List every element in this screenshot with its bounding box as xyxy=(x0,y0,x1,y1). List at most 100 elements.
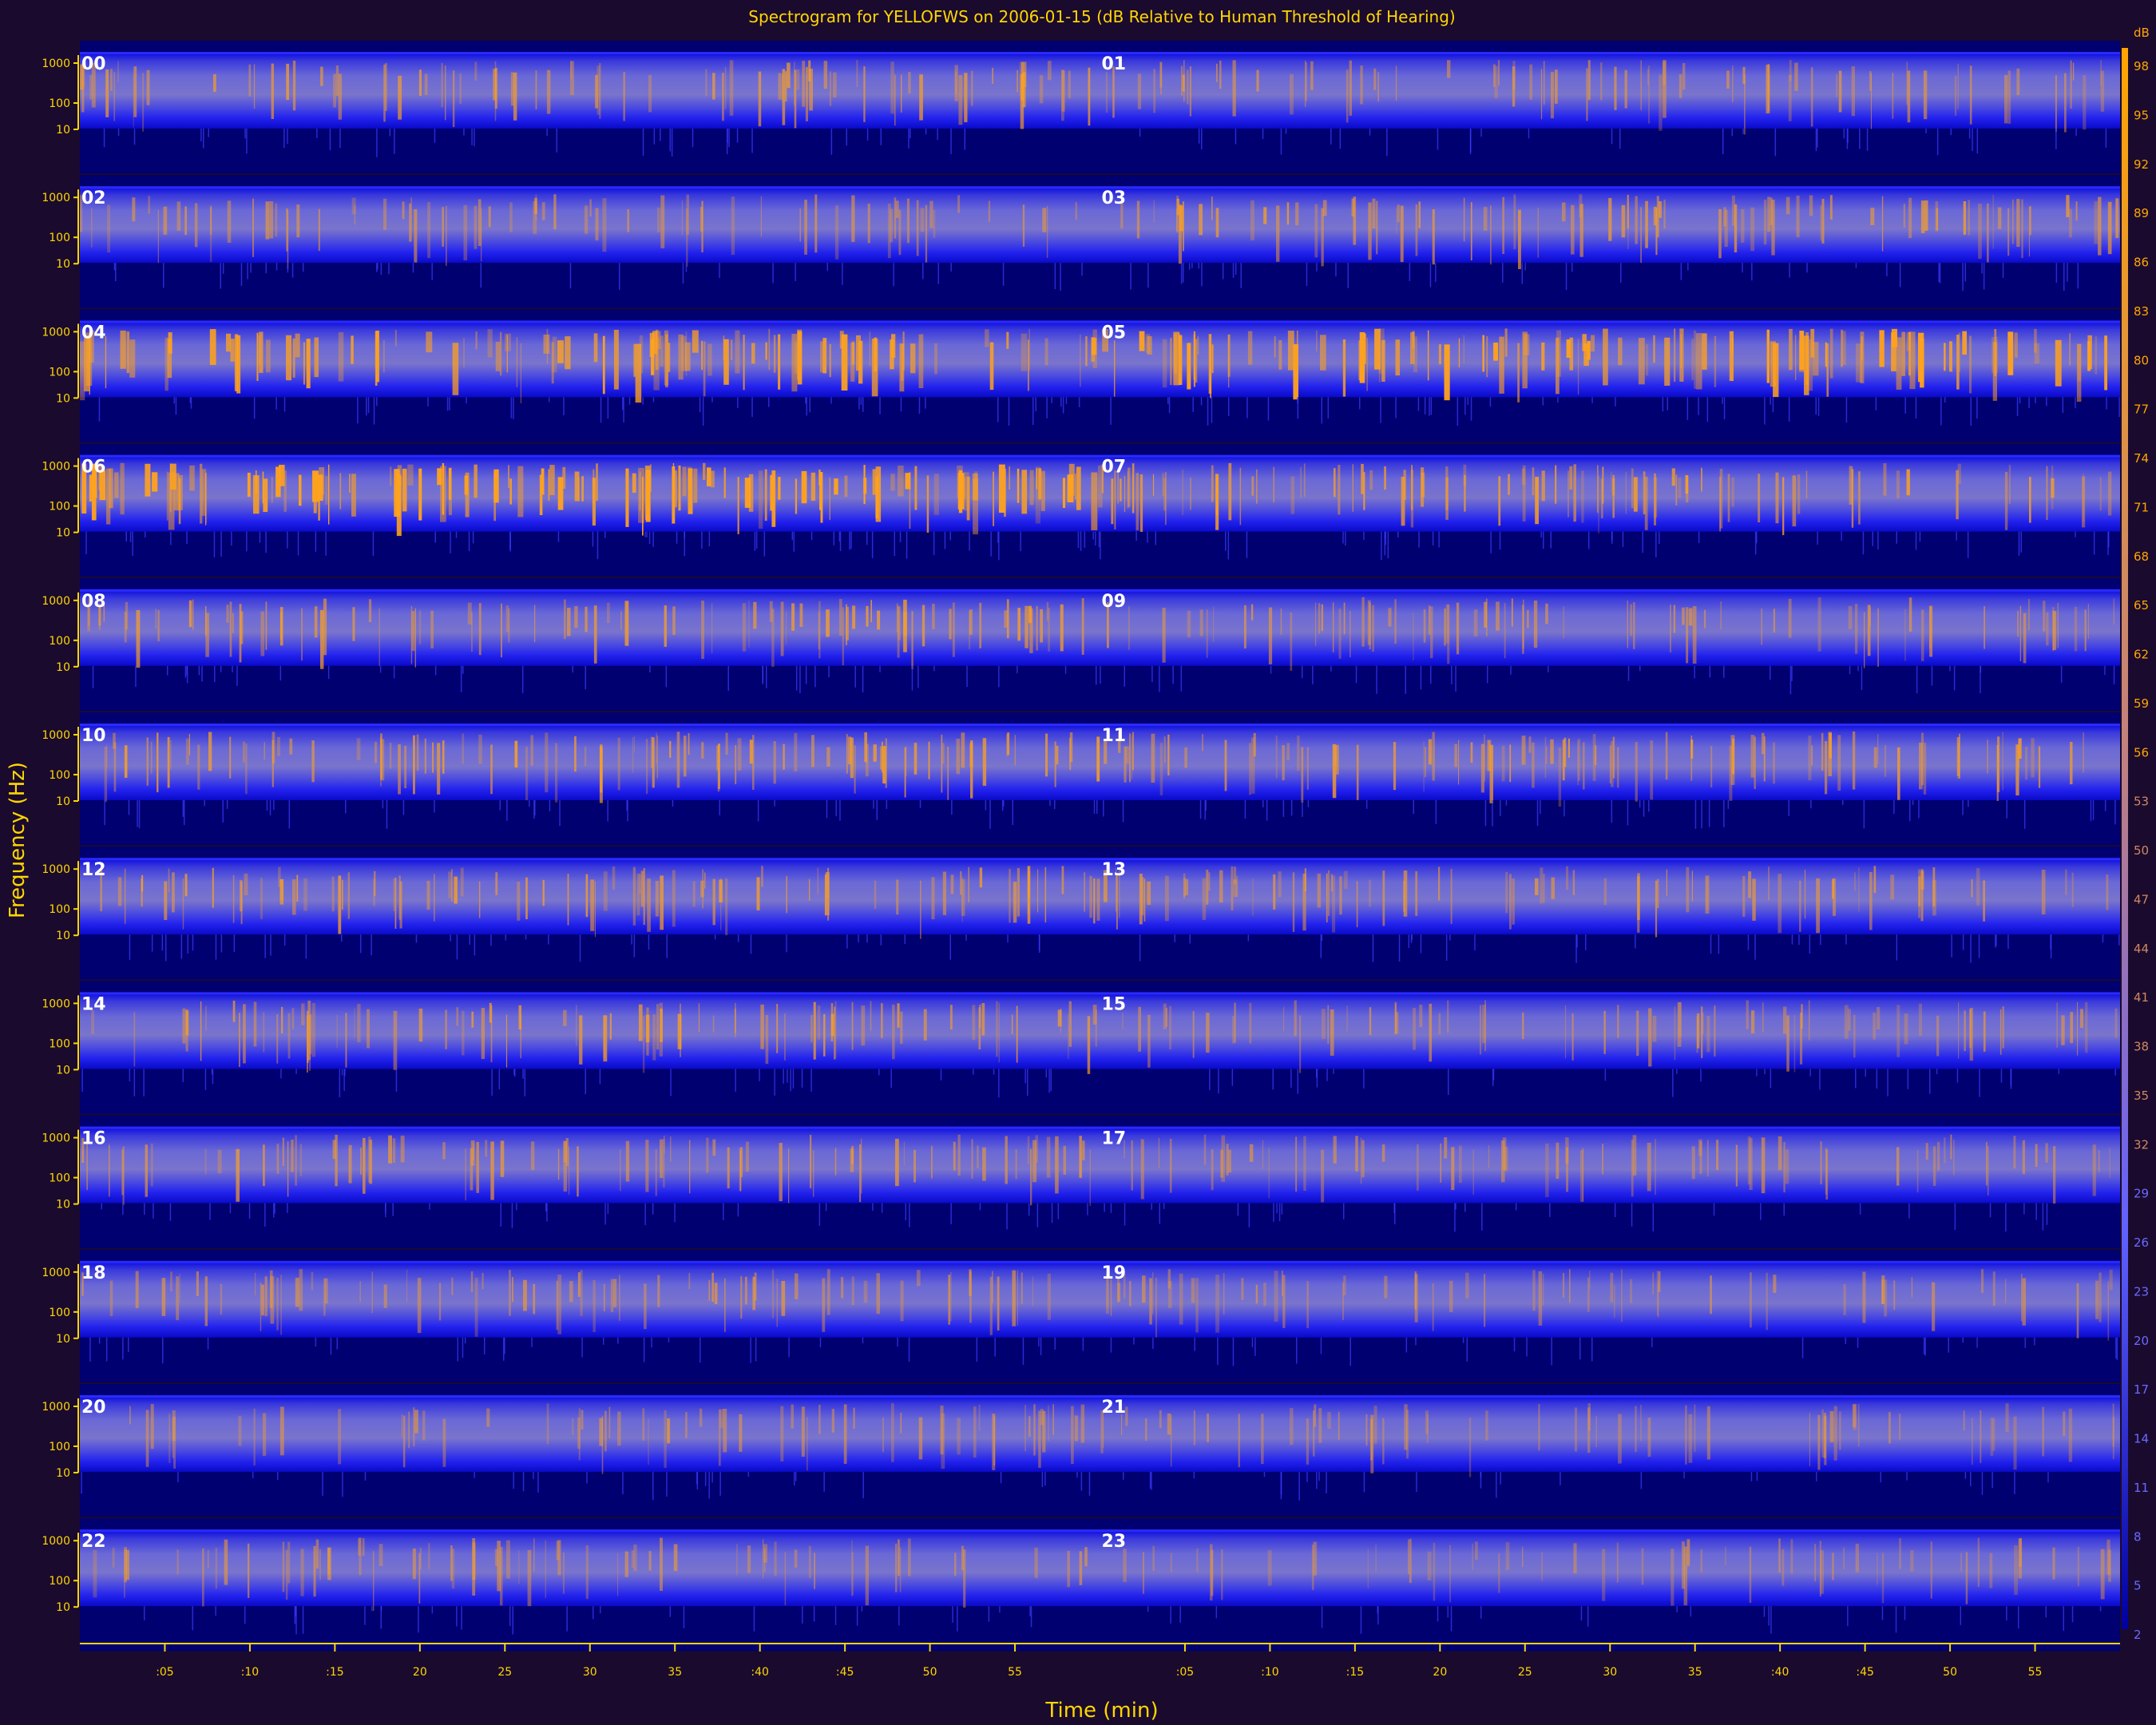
activity-streak xyxy=(768,328,771,371)
activity-streak xyxy=(923,1009,927,1041)
blue-spike xyxy=(728,129,730,148)
activity-streak xyxy=(255,1272,256,1296)
freq-tick-label: 100 xyxy=(49,1575,70,1588)
blue-spike xyxy=(880,129,882,145)
activity-streak xyxy=(313,1545,316,1597)
activity-streak xyxy=(663,1139,665,1188)
activity-streak xyxy=(638,1004,643,1041)
colorbar-tick-label: 14 xyxy=(2134,1432,2149,1446)
activity-streak xyxy=(1183,873,1186,899)
blue-spike xyxy=(866,934,868,943)
blue-spike xyxy=(878,1069,880,1076)
activity-streak xyxy=(1550,72,1554,119)
activity-streak xyxy=(1659,74,1663,131)
blue-spike xyxy=(137,800,138,827)
hour-label: 05 xyxy=(1102,323,1127,343)
blue-spike xyxy=(994,1337,996,1357)
blue-spike xyxy=(1872,531,1873,546)
activity-streak xyxy=(1096,736,1100,782)
activity-streak xyxy=(1303,463,1306,497)
blue-spike xyxy=(1754,531,1757,555)
activity-streak xyxy=(418,468,422,521)
blue-spike xyxy=(1359,397,1361,410)
blue-spike xyxy=(1147,1606,1149,1612)
blue-spike xyxy=(283,934,286,946)
blue-spike xyxy=(566,1606,568,1632)
blue-spike xyxy=(556,129,557,153)
blue-spike xyxy=(474,129,475,147)
activity-streak xyxy=(1093,878,1096,924)
activity-streak xyxy=(1262,1140,1264,1169)
activity-streak xyxy=(1513,194,1516,250)
activity-streak xyxy=(670,1136,672,1162)
frequency-band xyxy=(80,1397,2120,1472)
activity-streak xyxy=(1731,477,1734,507)
activity-streak xyxy=(271,63,274,119)
blue-spike xyxy=(1244,800,1246,819)
blue-spike xyxy=(525,934,527,940)
activity-streak xyxy=(910,343,916,374)
activity-streak xyxy=(164,881,168,920)
activity-streak xyxy=(1290,1408,1294,1445)
blue-spike xyxy=(264,934,266,958)
blue-spike xyxy=(976,1337,978,1362)
blue-spike xyxy=(1962,1337,1964,1343)
activity-streak xyxy=(703,462,706,480)
activity-streak xyxy=(1252,878,1254,916)
activity-streak xyxy=(173,1416,176,1469)
blue-spike xyxy=(1750,1472,1753,1481)
activity-streak xyxy=(1853,1014,1856,1058)
activity-streak xyxy=(1893,1280,1896,1310)
activity-streak xyxy=(248,1543,250,1598)
activity-streak xyxy=(281,1006,283,1033)
activity-streak xyxy=(2002,1006,2004,1049)
activity-streak xyxy=(1810,67,1813,127)
activity-streak xyxy=(1361,597,1365,647)
activity-streak xyxy=(1983,1011,1986,1052)
activity-streak xyxy=(731,196,735,256)
blue-spike xyxy=(1251,1337,1254,1347)
blue-spike xyxy=(220,531,222,557)
activity-streak xyxy=(500,1140,505,1177)
blue-spike xyxy=(1222,263,1224,280)
activity-streak xyxy=(1493,343,1498,361)
activity-streak xyxy=(209,329,216,365)
activity-streak xyxy=(2104,335,2107,391)
blue-spike xyxy=(1135,531,1137,541)
activity-streak xyxy=(820,341,824,373)
blue-spike xyxy=(579,934,581,962)
activity-streak xyxy=(931,1145,933,1179)
blue-spike xyxy=(1521,263,1523,284)
activity-streak xyxy=(2107,201,2112,255)
blue-spike xyxy=(768,397,770,407)
activity-streak xyxy=(145,1410,149,1467)
blue-spike xyxy=(1039,934,1040,953)
activity-streak xyxy=(1532,467,1535,496)
blue-spike xyxy=(1727,800,1730,809)
blue-spike xyxy=(586,1472,588,1484)
activity-streak xyxy=(2005,1403,2009,1433)
blue-spike xyxy=(1017,665,1018,674)
activity-streak xyxy=(1790,1539,1793,1574)
blue-spike xyxy=(264,1203,266,1227)
activity-streak xyxy=(752,735,755,790)
activity-streak xyxy=(633,343,636,377)
activity-streak xyxy=(1602,1144,1603,1175)
activity-streak xyxy=(1231,866,1234,911)
activity-streak xyxy=(157,610,160,641)
colorbar-tick-label: 53 xyxy=(2134,795,2149,809)
hour-label: 11 xyxy=(1102,726,1127,746)
activity-streak xyxy=(942,871,946,915)
activity-streak xyxy=(392,1138,396,1164)
blue-spike xyxy=(925,129,927,135)
activity-streak xyxy=(229,736,232,779)
activity-streak xyxy=(613,1279,617,1307)
blue-spike xyxy=(484,1337,485,1355)
activity-streak xyxy=(1249,1144,1254,1162)
spectrogram-chart: Spectrogram for YELLOFWS on 2006-01-15 (… xyxy=(6,7,2150,1723)
activity-streak xyxy=(1965,1552,1968,1604)
activity-streak xyxy=(124,1549,125,1598)
activity-streak xyxy=(707,343,712,376)
activity-streak xyxy=(1021,470,1028,514)
blue-spike xyxy=(757,800,759,822)
